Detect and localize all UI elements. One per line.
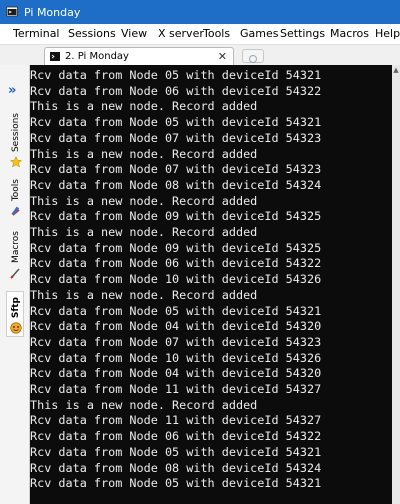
terminal-line: Rcv data from Node 04 with deviceId 5432… bbox=[30, 366, 322, 381]
menu-terminal[interactable]: Terminal bbox=[13, 27, 60, 40]
menu-games[interactable]: Games bbox=[240, 27, 278, 40]
tab-label: 2. Pi Monday bbox=[65, 51, 129, 62]
terminal-line: Rcv data from Node 10 with deviceId 5432… bbox=[30, 350, 322, 365]
collapse-sidebar-icon[interactable]: » bbox=[8, 83, 16, 98]
sidebar-tab-sessions[interactable]: Sessions bbox=[9, 113, 23, 168]
left-sidebar: » Sessions Tools Macros Sftp bbox=[0, 65, 30, 504]
title-bar: Pi Monday bbox=[0, 0, 400, 24]
menu-macros[interactable]: Macros bbox=[330, 27, 369, 40]
sidebar-tab-sftp[interactable]: Sftp bbox=[9, 297, 23, 334]
sidebar-tab-tools[interactable]: Tools bbox=[9, 179, 23, 217]
tools-icon bbox=[11, 206, 20, 216]
terminal-line: Rcv data from Node 09 with deviceId 5432… bbox=[30, 209, 322, 224]
tab-session[interactable]: 2. Pi Monday ✕ bbox=[44, 47, 234, 65]
terminal-line: This is a new node. Record added bbox=[30, 397, 258, 412]
menu-x-server[interactable]: X server bbox=[158, 27, 204, 40]
close-icon[interactable]: ✕ bbox=[218, 50, 227, 63]
terminal-line: Rcv data from Node 07 with deviceId 5432… bbox=[30, 162, 322, 177]
terminal-line: Rcv data from Node 07 with deviceId 5432… bbox=[30, 130, 322, 145]
terminal-line: Rcv data from Node 05 with deviceId 5432… bbox=[30, 115, 322, 130]
window-title: Pi Monday bbox=[24, 5, 81, 19]
terminal-line: This is a new node. Record added bbox=[30, 99, 258, 114]
sidebar-tab-label: Tools bbox=[11, 179, 21, 202]
menu-view[interactable]: View bbox=[121, 27, 147, 40]
menu-help[interactable]: Help bbox=[375, 27, 400, 40]
terminal-line: Rcv data from Node 05 with deviceId 5432… bbox=[30, 68, 322, 82]
vertical-scrollbar[interactable]: ▲ bbox=[392, 65, 400, 504]
terminal-line: Rcv data from Node 07 with deviceId 5432… bbox=[30, 334, 322, 349]
sftp-icon bbox=[10, 322, 22, 334]
terminal-line: This is a new node. Record added bbox=[30, 225, 258, 239]
terminal-line: This is a new node. Record added bbox=[30, 193, 258, 208]
sidebar-tab-label: Sessions bbox=[11, 113, 21, 153]
sidebar-tab-label: Sftp bbox=[11, 297, 21, 319]
sidebar-tab-label: Macros bbox=[11, 231, 21, 263]
terminal-line: This is a new node. Record added bbox=[30, 146, 258, 161]
terminal-line: Rcv data from Node 11 with deviceId 5432… bbox=[30, 413, 322, 428]
terminal-line: Rcv data from Node 11 with deviceId 5432… bbox=[30, 382, 322, 396]
app-logo-icon bbox=[6, 6, 18, 17]
sidebar-tab-macros[interactable]: Macros bbox=[9, 231, 23, 279]
tab-strip: 2. Pi Monday ✕ bbox=[0, 45, 400, 65]
menu-bar: Terminal Sessions View X server Tools Ga… bbox=[0, 24, 400, 45]
terminal-line: Rcv data from Node 06 with deviceId 5432… bbox=[30, 256, 322, 271]
new-tab-icon bbox=[249, 55, 257, 63]
terminal-line: Rcv data from Node 08 with deviceId 5432… bbox=[30, 177, 322, 192]
terminal-line: Rcv data from Node 10 with deviceId 5432… bbox=[30, 272, 322, 287]
terminal-line: Rcv data from Node 05 with deviceId 5432… bbox=[30, 303, 322, 318]
terminal-output[interactable]: Rcv data from Node 05 with deviceId 5432… bbox=[30, 65, 392, 504]
terminal-line: Rcv data from Node 06 with deviceId 5432… bbox=[30, 83, 322, 98]
terminal-line: Rcv data from Node 05 with deviceId 5432… bbox=[30, 444, 322, 459]
terminal-line: Rcv data from Node 06 with deviceId 5432… bbox=[30, 429, 322, 444]
menu-tools[interactable]: Tools bbox=[203, 27, 230, 40]
terminal-line: This is a new node. Record added bbox=[30, 287, 258, 302]
terminal-line: Rcv data from Node 05 with deviceId 5432… bbox=[30, 476, 322, 491]
terminal-icon bbox=[50, 52, 60, 61]
new-tab-button[interactable] bbox=[242, 49, 264, 63]
terminal-line: Rcv data from Node 09 with deviceId 5432… bbox=[30, 240, 322, 255]
star-icon bbox=[10, 156, 22, 168]
menu-sessions[interactable]: Sessions bbox=[68, 27, 116, 40]
macros-icon bbox=[10, 268, 20, 279]
menu-settings[interactable]: Settings bbox=[280, 27, 325, 40]
scroll-up-arrow-icon[interactable]: ▲ bbox=[392, 65, 400, 75]
terminal-line: Rcv data from Node 04 with deviceId 5432… bbox=[30, 319, 322, 334]
terminal-line: Rcv data from Node 08 with deviceId 5432… bbox=[30, 460, 322, 475]
